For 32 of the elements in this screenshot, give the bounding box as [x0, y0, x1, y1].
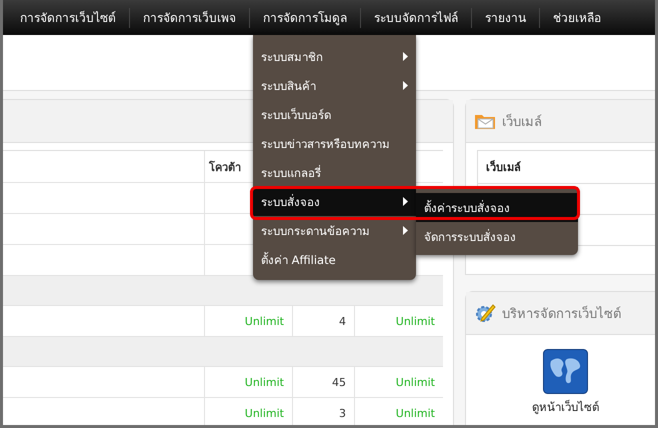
table-cell: Unlimit	[396, 406, 435, 420]
panel-title: เว็บเมล์	[502, 112, 542, 132]
nav-menu-item[interactable]: การจัดการเว็บเพจ	[130, 8, 250, 28]
menu-item[interactable]: ระบบสั่งจอง	[253, 187, 416, 216]
nav-menu-item[interactable]: ช่วยเหลือ	[540, 8, 614, 28]
gear-pencil-icon	[474, 302, 496, 324]
nav-menu-item[interactable]: การจัดการเว็บไซต์	[7, 8, 130, 28]
menu-item[interactable]: จัดการระบบสั่งจอง	[416, 222, 578, 251]
menu-item[interactable]: ระบบข่าวสารหรือบทความ	[253, 129, 416, 158]
table-cell: Unlimit	[244, 314, 284, 328]
menu-item[interactable]: ระบบเว็บบอร์ด	[253, 100, 416, 129]
menu-item[interactable]: ตั้งค่า Affiliate	[253, 245, 416, 274]
menu-item[interactable]: ระบบสมาชิก	[253, 42, 416, 71]
nav-menu-item[interactable]: ระบบจัดการไฟล์	[361, 8, 472, 28]
panel-title: บริหารจัดการเว็บไซต์	[502, 304, 621, 324]
column-header: โควต้า	[209, 160, 241, 176]
table-cell: 3	[339, 406, 346, 420]
shortcut-label[interactable]: ดูหน้าเว็บไซต์	[532, 398, 599, 416]
column-header: เว็บเมล์	[486, 159, 521, 176]
globe-icon[interactable]	[542, 349, 588, 394]
menu-item[interactable]: ระบบแกลอรี่	[253, 158, 416, 187]
table-cell: Unlimit	[244, 376, 284, 388]
nav-menu-item[interactable]: รายงาน	[472, 8, 540, 28]
table-cell: Unlimit	[396, 314, 435, 328]
nav-menu-item[interactable]: การจัดการโมดูล	[250, 8, 361, 28]
table-cell: Unlimit	[396, 376, 435, 388]
table-cell: 4	[339, 314, 346, 328]
table-cell: 45	[332, 376, 346, 388]
menu-item[interactable]: ระบบสินค้า	[253, 71, 416, 100]
menu-item[interactable]: ระบบกระดานข้อความ	[253, 216, 416, 245]
mail-folder-icon	[474, 112, 496, 130]
table-cell: Unlimit	[244, 406, 284, 420]
